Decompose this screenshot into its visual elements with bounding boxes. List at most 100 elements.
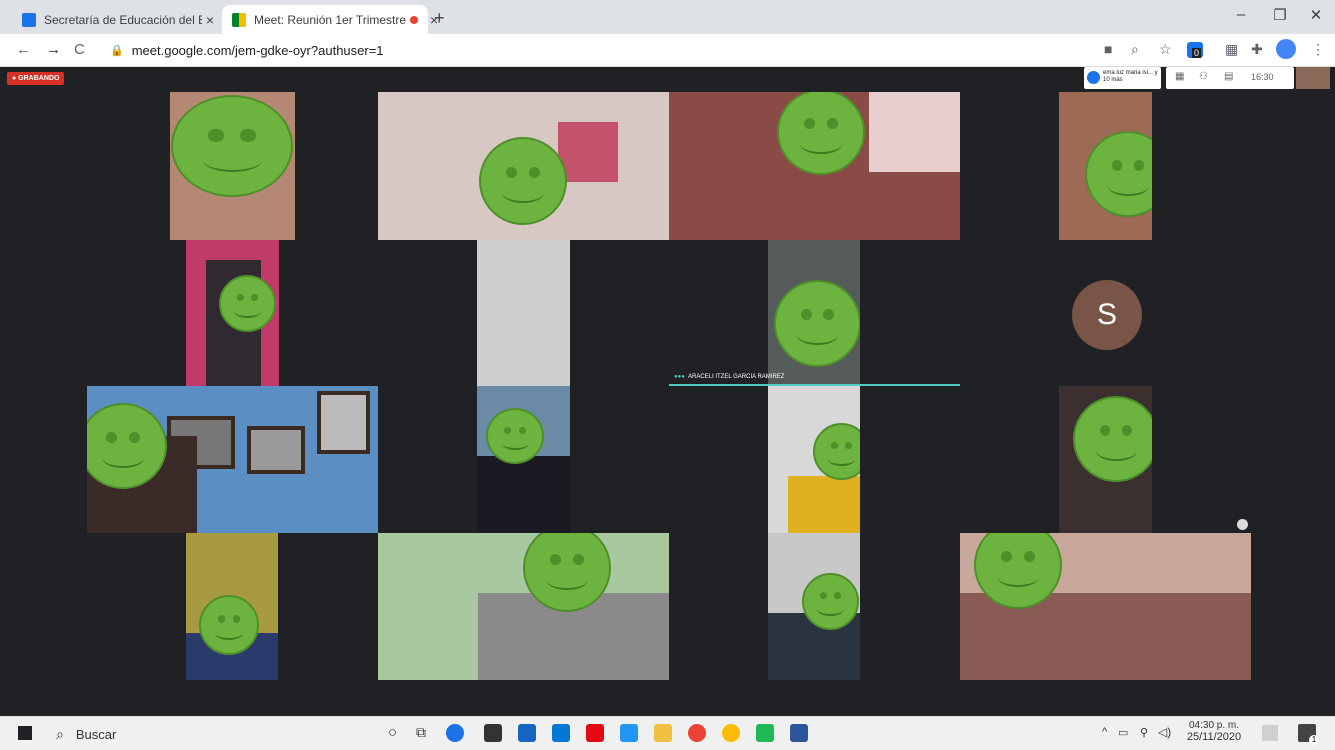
meet-clock: 16:30	[1251, 72, 1274, 82]
chrome-icon[interactable]	[688, 724, 706, 742]
chrome-profile-icon[interactable]	[722, 724, 740, 742]
taskbar-search[interactable]: ⌕ Buscar	[56, 723, 356, 745]
face-blur-icon	[802, 573, 859, 630]
frame-shape	[247, 426, 305, 474]
task-view-icon[interactable]: ⧉	[416, 724, 426, 741]
edge-icon[interactable]	[446, 724, 464, 742]
face-blur-icon	[974, 533, 1062, 609]
participants-chip[interactable]: ema luz maria isi... y 10 más	[1084, 67, 1161, 89]
person-shape	[788, 476, 860, 533]
face-blur-icon	[1073, 396, 1152, 482]
frame-shape	[317, 391, 370, 454]
back-button[interactable]: ←	[16, 41, 31, 58]
extension-badge-count: 0	[1192, 48, 1202, 58]
reload-button[interactable]: C	[74, 41, 85, 58]
chat-icon[interactable]: ▤	[1224, 71, 1233, 82]
notifications-icon[interactable]: 1	[1298, 724, 1319, 745]
volume-icon[interactable]: ◁)	[1158, 725, 1171, 739]
video-tile	[768, 240, 860, 386]
close-window-button[interactable]: ✕	[1301, 6, 1331, 24]
video-tile	[960, 533, 1251, 680]
close-tab-icon[interactable]: ×	[202, 12, 218, 28]
people-icon[interactable]: ⚇	[1199, 71, 1208, 82]
video-tile	[1059, 92, 1152, 240]
video-tile	[768, 533, 860, 680]
wall-shape	[869, 92, 960, 172]
word-icon[interactable]	[790, 724, 808, 742]
cortana-icon[interactable]: ○	[388, 724, 397, 741]
taskbar-clock[interactable]: 04:30 p. m. 25/11/2020	[1186, 720, 1242, 743]
video-tile	[669, 92, 960, 240]
self-view-thumbnail	[1296, 67, 1330, 89]
recording-dot-icon	[410, 15, 419, 24]
windows-start-icon[interactable]	[18, 726, 32, 740]
search-placeholder: Buscar	[75, 726, 117, 742]
battery-icon[interactable]: ▭	[1118, 726, 1128, 739]
face-blur-icon	[171, 95, 293, 197]
minimize-button[interactable]: –	[1226, 6, 1256, 23]
video-tile	[186, 533, 278, 680]
store-icon[interactable]	[484, 724, 502, 742]
participant-avatar: S	[1072, 280, 1142, 350]
maximize-button[interactable]: ❐	[1265, 6, 1295, 24]
star-icon[interactable]: ☆	[1159, 41, 1172, 58]
clock-date: 25/11/2020	[1186, 731, 1242, 743]
meet-grid: ● GRABANDO ema luz maria isi... y 10 más…	[0, 67, 1335, 714]
video-tile	[477, 240, 570, 386]
forward-button[interactable]: →	[46, 41, 61, 58]
speaker-name-tag: ●●● ARACELI ITZEL GARCIA RAMIREZ	[669, 372, 960, 386]
tab-title: Secretaría de Educación del Esta	[44, 12, 202, 27]
meet-top-controls: ▦ ⚇ ▤ 16:30	[1166, 67, 1294, 89]
puzzle-icon[interactable]: ✚	[1251, 41, 1263, 58]
video-tile	[378, 92, 669, 240]
tab-title: Meet: Reunión 1er Trimestre	[254, 12, 407, 27]
windows-taskbar: ⌕ Buscar ○ ⧉ ^ ▭ ⚲ ◁) 04:30 p. m. 25/11/…	[0, 716, 1335, 750]
calculator-icon[interactable]	[620, 724, 638, 742]
face-blur-icon	[199, 595, 259, 655]
recording-badge: ● GRABANDO	[7, 72, 65, 85]
meet-favicon-icon	[232, 12, 246, 27]
zoom-icon[interactable]: ⌕	[1131, 41, 1139, 58]
address-bar[interactable]: 🔒 meet.google.com/jem-gdke-oyr?authuser=…	[110, 38, 1090, 62]
video-tile	[1059, 386, 1152, 533]
curtain-shape	[558, 122, 618, 182]
netflix-icon[interactable]	[586, 724, 604, 742]
video-tile	[378, 533, 669, 680]
participant-avatar-icon	[1087, 71, 1100, 84]
layout-icon[interactable]: ▦	[1175, 71, 1184, 82]
camera-icon[interactable]: ■	[1104, 41, 1112, 57]
browser-toolbar: ← → C 🔒 meet.google.com/jem-gdke-oyr?aut…	[0, 34, 1335, 67]
face-blur-icon	[1085, 131, 1152, 217]
tab-secretaria[interactable]: Secretaría de Educación del Esta ×	[12, 5, 218, 34]
face-blur-icon	[479, 137, 567, 225]
lock-icon: 🔒	[110, 44, 124, 57]
menu-icon[interactable]: ⋮	[1311, 41, 1325, 58]
profile-icon[interactable]	[1276, 39, 1296, 59]
tab-meet[interactable]: Meet: Reunión 1er Trimestre ×	[222, 5, 438, 34]
tray-caret-icon[interactable]: ^	[1102, 726, 1107, 738]
speaker-name: ARACELI ITZEL GARCIA RAMIREZ	[688, 374, 785, 380]
mail-icon[interactable]	[518, 724, 536, 742]
video-tile-blank	[87, 92, 170, 240]
video-tile	[87, 386, 378, 533]
file-explorer-icon[interactable]	[654, 724, 672, 742]
video-tile	[170, 92, 295, 240]
show-desktop-icon[interactable]	[1262, 725, 1278, 741]
new-tab-button[interactable]: +	[434, 8, 445, 29]
pin-icon[interactable]	[1237, 519, 1248, 530]
tab-bar: Secretaría de Educación del Esta × Meet:…	[0, 0, 1335, 34]
outlook-icon[interactable]	[552, 724, 570, 742]
face-blur-icon	[774, 280, 860, 367]
spotify-icon[interactable]	[756, 724, 774, 742]
search-icon: ⌕	[56, 725, 64, 742]
clock-time: 04:30 p. m.	[1188, 720, 1240, 731]
video-tile	[186, 240, 279, 386]
network-icon[interactable]: ⚲	[1140, 726, 1148, 739]
video-tile	[477, 386, 570, 533]
grid-icon[interactable]: ▦	[1225, 41, 1238, 58]
extension-badge-icon[interactable]: 0	[1187, 42, 1203, 58]
person-shape	[477, 456, 570, 533]
speaking-icon: ●●●	[674, 374, 685, 380]
face-blur-icon	[219, 275, 276, 332]
face-blur-icon	[813, 423, 860, 480]
